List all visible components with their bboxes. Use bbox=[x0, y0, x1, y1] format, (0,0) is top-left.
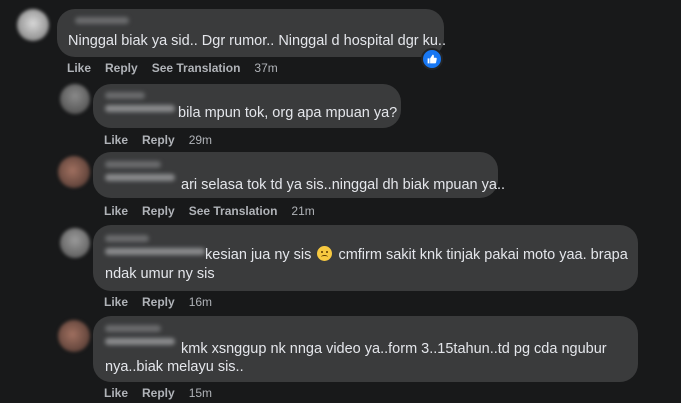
commenter-name[interactable] bbox=[105, 325, 161, 332]
comment-timestamp[interactable]: 37m bbox=[254, 61, 277, 75]
commenter-name-secondary bbox=[105, 338, 175, 345]
comment-text: ari selasa tok td ya sis..ninggal dh bia… bbox=[181, 177, 506, 193]
reply-button[interactable]: Reply bbox=[142, 133, 175, 147]
commenter-name-secondary bbox=[105, 248, 205, 255]
comment-bubble: kesian jua ny sis cmfirm sakit knk tinja… bbox=[93, 225, 638, 291]
commenter-name[interactable] bbox=[105, 161, 161, 168]
comment-timestamp[interactable]: 21m bbox=[291, 204, 314, 218]
comment-actions: Like Reply 29m bbox=[104, 133, 212, 147]
comment-text-part: kesian jua ny sis bbox=[205, 247, 312, 263]
comment-bubble: Ninggal biak ya sid.. Dgr rumor.. Ningga… bbox=[57, 9, 446, 57]
like-button[interactable]: Like bbox=[104, 204, 128, 218]
commenter-name-secondary bbox=[105, 174, 175, 181]
reply-button[interactable]: Reply bbox=[105, 61, 138, 75]
reply-button[interactable]: Reply bbox=[142, 295, 175, 309]
comment-timestamp[interactable]: 16m bbox=[189, 295, 212, 309]
like-button[interactable]: Like bbox=[104, 386, 128, 400]
reply-button[interactable]: Reply bbox=[142, 204, 175, 218]
see-translation-link[interactable]: See Translation bbox=[189, 204, 278, 218]
avatar[interactable] bbox=[58, 320, 90, 352]
comment-actions: Like Reply See Translation 21m bbox=[104, 204, 315, 218]
reply-button[interactable]: Reply bbox=[142, 386, 175, 400]
comment-text: bila mpun tok, org apa mpuan ya? bbox=[178, 105, 398, 121]
comment-timestamp[interactable]: 29m bbox=[189, 133, 212, 147]
commenter-name[interactable] bbox=[105, 92, 145, 99]
comment-timestamp[interactable]: 15m bbox=[189, 386, 212, 400]
comment-bubble: kmk xsnggup nk nnga video ya..form 3..15… bbox=[93, 316, 638, 382]
like-button[interactable]: Like bbox=[104, 295, 128, 309]
comment-text-line2: nya..biak melayu sis.. bbox=[105, 359, 244, 375]
thumbs-up-icon bbox=[427, 54, 437, 64]
comment-actions: Like Reply 15m bbox=[104, 386, 212, 400]
comment-text: Ninggal biak ya sid.. Dgr rumor.. Ningga… bbox=[68, 33, 446, 49]
commenter-name[interactable] bbox=[105, 235, 149, 242]
like-reaction-badge[interactable] bbox=[421, 48, 443, 70]
comment-bubble: bila mpun tok, org apa mpuan ya? bbox=[93, 84, 401, 128]
comment-text: kesian jua ny sis cmfirm sakit knk tinja… bbox=[205, 246, 628, 265]
comment-bubble: ari selasa tok td ya sis..ninggal dh bia… bbox=[93, 152, 505, 198]
commenter-name-secondary bbox=[105, 105, 175, 112]
comment-text-part: cmfirm sakit knk tinjak pakai moto yaa. … bbox=[338, 247, 628, 263]
comment-actions: Like Reply See Translation 37m bbox=[67, 61, 278, 75]
comment-actions: Like Reply 16m bbox=[104, 295, 212, 309]
avatar[interactable] bbox=[17, 9, 49, 41]
sad-face-emoji-icon bbox=[317, 246, 333, 261]
like-button[interactable]: Like bbox=[104, 133, 128, 147]
avatar[interactable] bbox=[60, 84, 90, 114]
comment-text: kmk xsnggup nk nnga video ya..form 3..15… bbox=[181, 341, 607, 357]
avatar[interactable] bbox=[60, 228, 90, 258]
avatar[interactable] bbox=[58, 156, 90, 188]
like-button[interactable]: Like bbox=[67, 61, 91, 75]
commenter-name[interactable] bbox=[75, 17, 129, 24]
see-translation-link[interactable]: See Translation bbox=[152, 61, 241, 75]
comment-text-line2: ndak umur ny sis bbox=[105, 266, 215, 282]
